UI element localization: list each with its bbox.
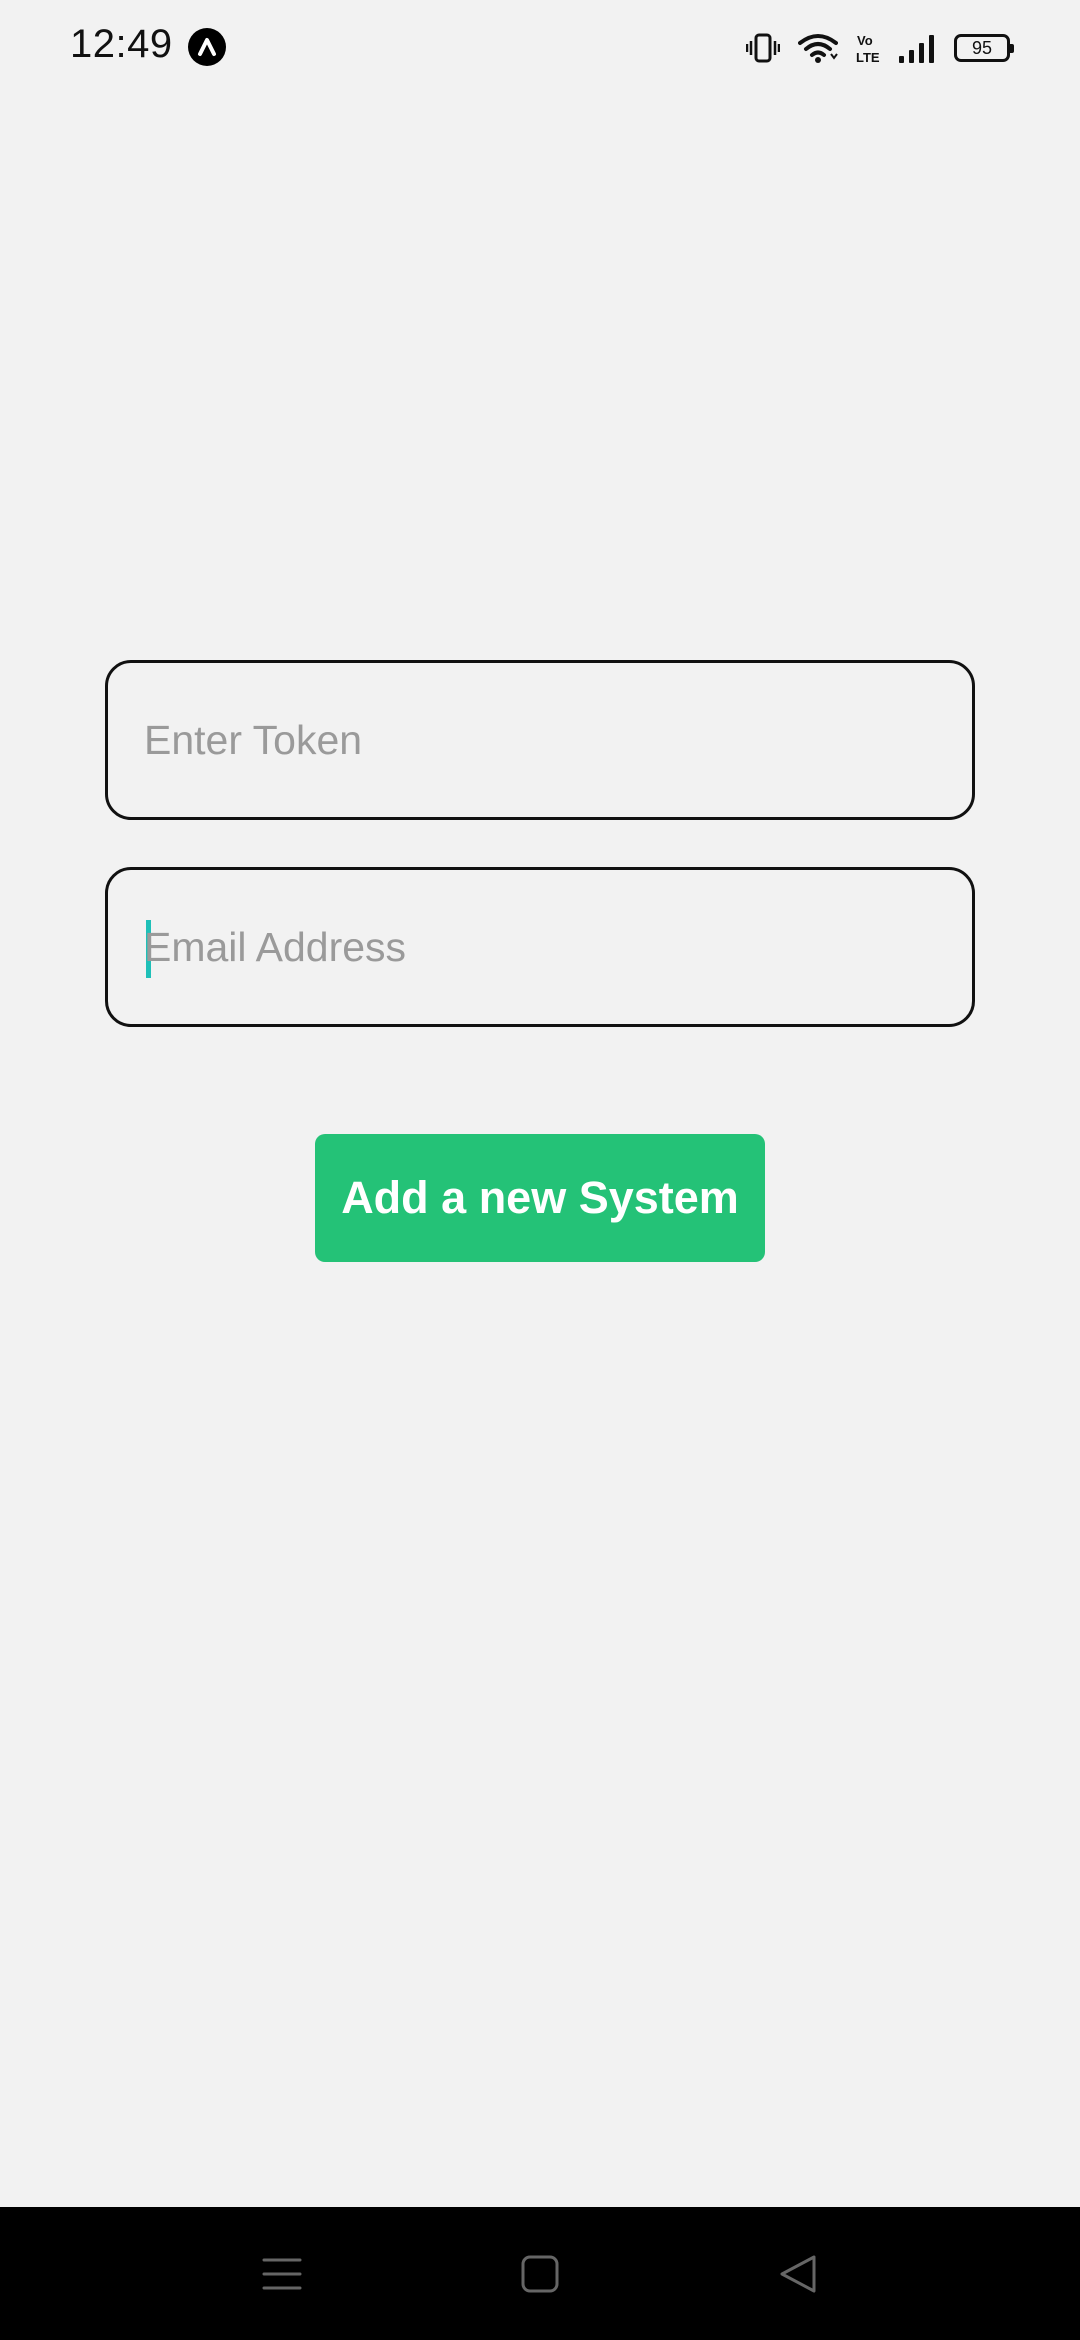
screen: 12:49 Vo LTE 95 Enter Token Email Addres… xyxy=(0,0,1080,2340)
back-icon[interactable] xyxy=(768,2249,828,2299)
signal-icon xyxy=(898,32,936,64)
svg-text:LTE: LTE xyxy=(856,50,880,65)
navigation-bar xyxy=(0,2207,1080,2340)
add-system-button[interactable]: Add a new System xyxy=(315,1134,765,1262)
menu-icon[interactable] xyxy=(252,2249,312,2299)
status-bar: 12:49 Vo LTE 95 xyxy=(0,0,1080,96)
email-input[interactable] xyxy=(144,870,936,1024)
volte-icon: Vo LTE xyxy=(856,31,880,65)
token-field[interactable] xyxy=(105,660,975,820)
status-icons: Vo LTE 95 xyxy=(746,28,1014,68)
svg-text:Vo: Vo xyxy=(857,33,873,48)
token-input[interactable] xyxy=(144,663,936,817)
email-field[interactable] xyxy=(105,867,975,1027)
home-icon[interactable] xyxy=(510,2249,570,2299)
wifi-icon xyxy=(798,32,838,64)
battery-icon: 95 xyxy=(954,34,1014,62)
app-icon xyxy=(188,28,226,66)
vibrate-icon xyxy=(746,32,780,64)
status-time: 12:49 xyxy=(70,22,173,66)
